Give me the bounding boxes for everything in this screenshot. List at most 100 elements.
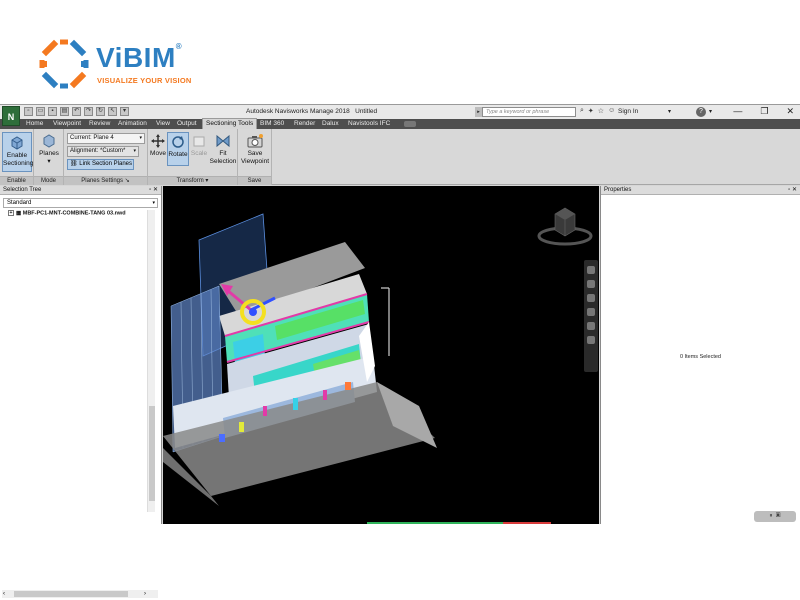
look-icon[interactable] [587, 322, 595, 330]
tab-bim-360[interactable]: BIM 360 [260, 119, 284, 129]
binoculars-icon[interactable]: ⌕ [580, 107, 584, 115]
ribbon-panel: Enable Sectioning Enable Planes ▾ Mode Cur… [0, 129, 800, 185]
expand-plus-icon[interactable]: + [8, 210, 14, 216]
window-title: Autodesk Navisworks Manage 2018 Untitled [246, 108, 378, 115]
navisworks-window: N ▫ ▭ ▪ ▤ ↶ ↷ ↻ ↖ ▾ Autodesk Navisworks … [0, 104, 800, 598]
group-label-planes-settings: Planes Settings ↘ [64, 176, 147, 185]
minimize-button[interactable]: — [733, 106, 742, 117]
logo-name: ViBIM® [96, 42, 183, 73]
tree-filter-dropdown[interactable]: Standard ▾ [3, 198, 158, 208]
redo-icon[interactable]: ↷ [84, 107, 93, 116]
customize-qat-icon[interactable]: ▾ [120, 107, 129, 116]
signin-button[interactable]: Sign In [618, 108, 638, 115]
search-input[interactable]: Type a keyword or phrase [482, 107, 576, 117]
save-icon[interactable]: ▪ [48, 107, 57, 116]
ribbon-group-transform: Move Rotate Scale Fit Selection Transform… [148, 129, 238, 185]
tab-render[interactable]: Render [294, 119, 315, 129]
tab-review[interactable]: Review [89, 119, 110, 129]
pan-icon[interactable] [587, 280, 595, 288]
close-button[interactable]: ✕ [786, 106, 794, 117]
planes-icon [43, 134, 55, 148]
scroll-left-icon[interactable]: ‹ [3, 590, 5, 598]
select-tool-icon[interactable] [587, 336, 595, 344]
3d-viewport[interactable] [163, 186, 599, 524]
print-icon[interactable]: ▤ [60, 107, 69, 116]
selection-tree-header: Selection Tree ▫ ✕ [0, 186, 161, 195]
properties-header: Properties ▫ ✕ [601, 186, 800, 195]
tab-view[interactable]: View [156, 119, 170, 129]
scroll-right-icon[interactable]: › [144, 590, 146, 598]
chevron-down-icon[interactable]: ▾ [668, 108, 671, 115]
star-icon[interactable]: ☆ [598, 107, 604, 115]
rotate-icon [172, 136, 184, 148]
panel-pin-close-icon[interactable]: ▫ ✕ [149, 186, 158, 195]
status-bar-controls[interactable]: ⏸ ▣ [754, 511, 796, 522]
link-icon: ⛓ [70, 161, 78, 167]
progress-bar-red [503, 522, 551, 524]
vertical-scroll-thumb[interactable] [149, 406, 155, 501]
undo-icon[interactable]: ↶ [72, 107, 81, 116]
tree-item-model[interactable]: + ▦ MBF-PC1-MNT-COMBINE-TANG 03.nwd [8, 210, 126, 216]
alignment-dropdown[interactable]: Alignment: *Custom* ▾ [67, 146, 139, 157]
fit-selection-icon [216, 134, 230, 148]
section-cube-icon [11, 136, 23, 150]
ribbon-group-mode: Planes ▾ Mode [34, 129, 64, 185]
ribbon-minimize-toggle[interactable] [404, 121, 416, 127]
move-button[interactable]: Move [149, 134, 167, 164]
subscription-icon[interactable]: ✦ [588, 107, 594, 115]
group-label-transform: Transform ▾ [148, 176, 237, 185]
building-model-render [163, 213, 437, 506]
orbit-icon[interactable] [587, 308, 595, 316]
selection-tree-panel: Selection Tree ▫ ✕ Standard ▾ + ▦ MBF-PC1-… [0, 186, 162, 598]
dialog-launcher-icon[interactable]: ↘ [125, 178, 130, 184]
link-section-planes-button[interactable]: ⛓ Link Section Planes [67, 159, 134, 170]
ribbon-group-enable: Enable Sectioning Enable [0, 129, 34, 185]
title-bar: N ▫ ▭ ▪ ▤ ↶ ↷ ↻ ↖ ▾ Autodesk Navisworks … [0, 105, 800, 126]
open-icon[interactable]: ▭ [36, 107, 45, 116]
move-icon [151, 134, 165, 148]
properties-panel: Properties ▫ ✕ 0 Items Selected ⏸ ▣ [600, 186, 800, 524]
vibim-logo: ViBIM® VISUALIZE YOUR VISION [38, 38, 208, 90]
current-plane-dropdown[interactable]: Current: Plane 4 ▾ [67, 133, 145, 144]
tab-animation[interactable]: Animation [118, 119, 147, 129]
page: ViBIM® VISUALIZE YOUR VISION N ▫ ▭ ▪ ▤ ↶… [0, 0, 800, 600]
zoom-icon[interactable] [587, 294, 595, 302]
refresh-icon[interactable]: ↻ [96, 107, 105, 116]
user-icon: ☺ [608, 107, 616, 114]
tab-home[interactable]: Home [26, 119, 43, 129]
save-viewpoint-button[interactable]: Save Viewpoint [240, 134, 270, 172]
quick-access-toolbar: ▫ ▭ ▪ ▤ ↶ ↷ ↻ ↖ ▾ [24, 107, 129, 117]
search-expand-icon[interactable]: ▸ [475, 107, 482, 117]
model-file-icon: ▦ [16, 210, 22, 217]
group-label-mode: Mode [34, 176, 63, 185]
panel-pin-close-icon[interactable]: ▫ ✕ [788, 186, 797, 195]
help-icon[interactable]: ? [696, 107, 706, 117]
fit-selection-button[interactable]: Fit Selection [209, 134, 237, 172]
enable-sectioning-button[interactable]: Enable Sectioning [2, 132, 33, 172]
logo-tagline: VISUALIZE YOUR VISION [97, 76, 192, 85]
app-menu-button[interactable]: N [2, 106, 20, 126]
rotate-button[interactable]: Rotate [167, 132, 189, 166]
tab-output[interactable]: Output [177, 119, 197, 129]
scale-button[interactable]: Scale [190, 134, 208, 164]
new-icon[interactable]: ▫ [24, 107, 33, 116]
ribbon-group-planes-settings: Current: Plane 4 ▾ Alignment: *Custom* ▾ ⛓… [64, 129, 148, 185]
tree-vertical-scrollbar[interactable] [147, 210, 155, 512]
tab-sectioning-tools[interactable]: Sectioning Tools [202, 118, 258, 129]
tab-dalux[interactable]: Dalux [322, 119, 339, 129]
window-controls: — ❐ ✕ [733, 106, 794, 117]
select-icon[interactable]: ↖ [108, 107, 117, 116]
maximize-button[interactable]: ❐ [760, 106, 768, 117]
ribbon-group-save: Save Viewpoint Save [238, 129, 272, 185]
progress-bar-green [367, 522, 503, 524]
planes-mode-button[interactable]: Planes ▾ [36, 134, 62, 172]
chevron-down-icon[interactable]: ▾ [709, 108, 712, 115]
tab-navistools-ifc[interactable]: Navistools IFC [348, 119, 390, 129]
tab-viewpoint[interactable]: Viewpoint [53, 119, 81, 129]
properties-status: 0 Items Selected [680, 354, 721, 360]
steering-wheel-icon[interactable] [587, 266, 595, 274]
tree-horizontal-scrollbar[interactable]: ‹ › [2, 590, 158, 598]
viewcube-icon[interactable] [537, 204, 593, 246]
horizontal-scroll-thumb[interactable] [14, 591, 128, 597]
navigation-bar [584, 260, 598, 372]
